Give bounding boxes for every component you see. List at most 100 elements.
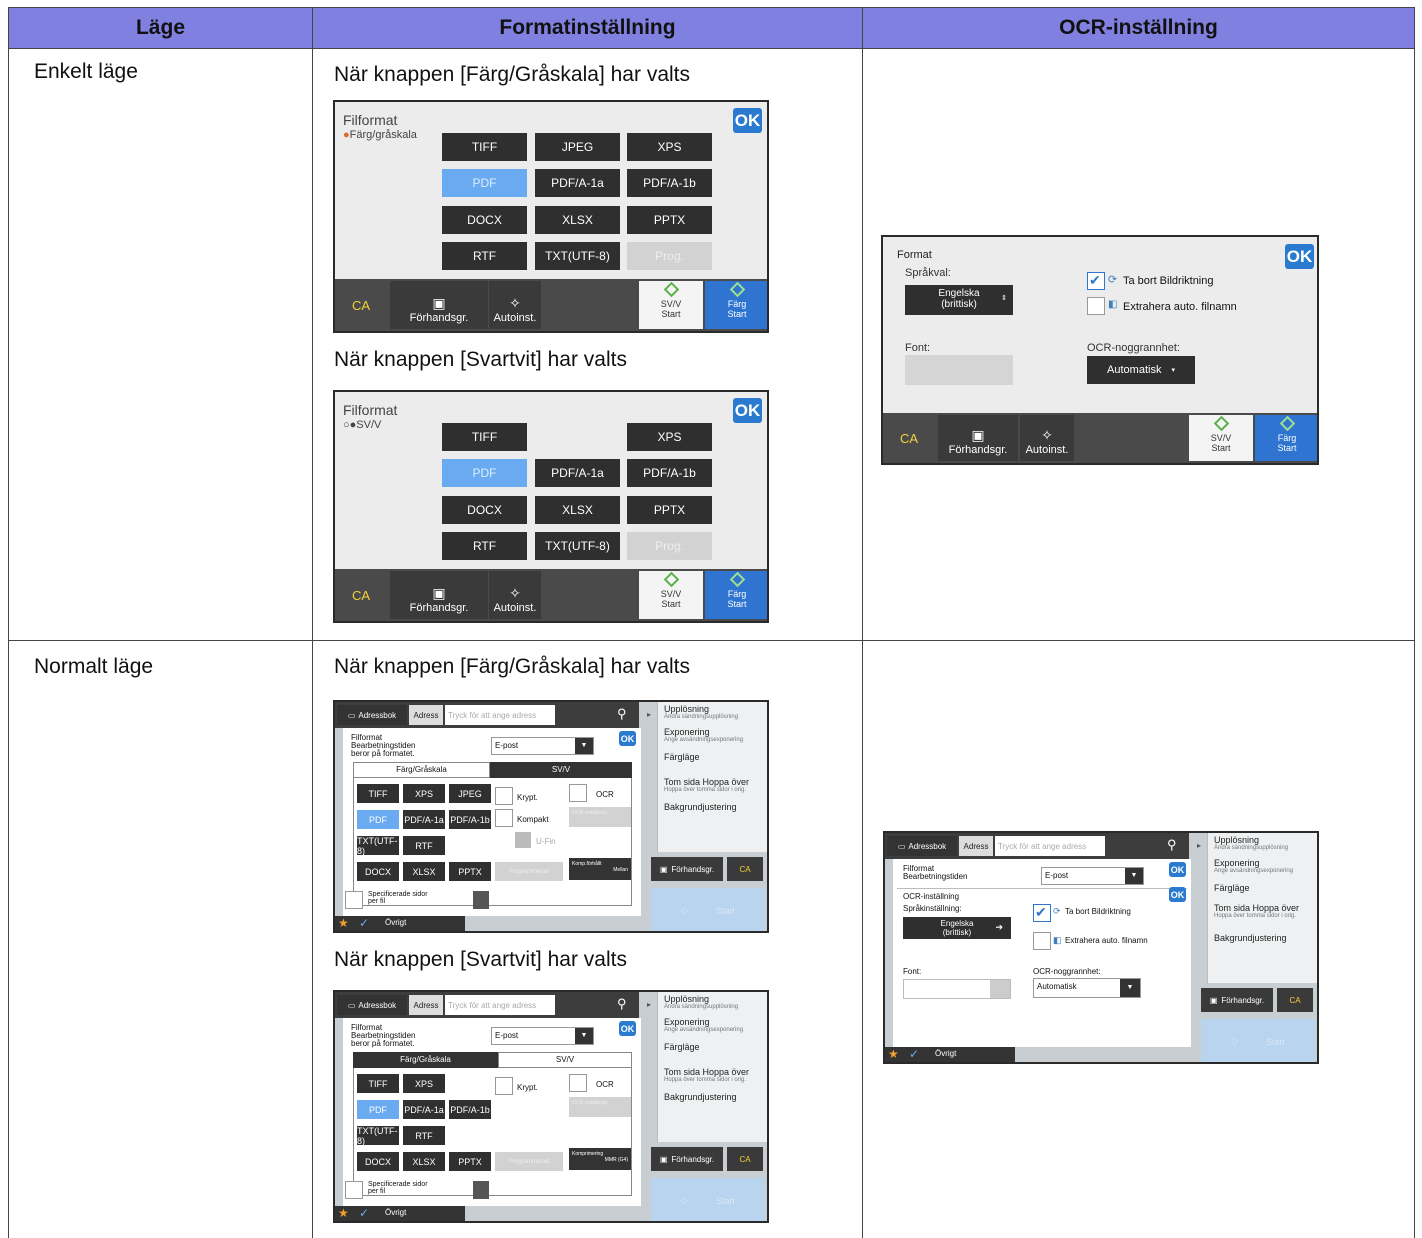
format-docx[interactable]: DOCX: [357, 1152, 399, 1171]
other-button[interactable]: Övrigt: [935, 1049, 956, 1058]
ok-button[interactable]: OK: [619, 731, 636, 746]
format-rtf[interactable]: RTF: [403, 1126, 445, 1145]
format-pdfa1b[interactable]: PDF/A-1b: [449, 1100, 491, 1119]
encrypt-checkbox[interactable]: [495, 787, 513, 805]
format-pdfa1b[interactable]: PDF/A-1b: [627, 169, 712, 197]
format-jpeg[interactable]: JPEG: [449, 784, 491, 803]
lang-select[interactable]: Engelska (brittisk) ⇕: [905, 285, 1013, 315]
format-txt[interactable]: TXT(UTF-8): [357, 1126, 399, 1146]
menu-resolution[interactable]: Upplösning Ändra sändningsupplösning: [664, 704, 738, 720]
remove-rotation-checkbox[interactable]: ✔: [1033, 904, 1051, 922]
format-prog[interactable]: Prog.: [627, 242, 712, 270]
menu-exposure[interactable]: Exponering Ange avsändningsexponering: [1214, 858, 1293, 874]
menu-background[interactable]: Bakgrundjustering: [664, 802, 737, 812]
preview-button[interactable]: ▣ Förhandsgr.: [651, 857, 723, 881]
format-pptx[interactable]: PPTX: [449, 862, 491, 881]
menu-colormode[interactable]: Färgläge: [1214, 883, 1250, 893]
address-input[interactable]: Tryck för att ange adress: [995, 836, 1105, 856]
menu-blank-skip[interactable]: Tom sida Hoppa över Hoppa över tomma sido…: [664, 1067, 749, 1083]
format-rtf[interactable]: RTF: [403, 836, 445, 855]
tab-bw[interactable]: SV/V: [490, 762, 632, 778]
color-start-button[interactable]: Färg Start: [1255, 415, 1317, 461]
format-prog[interactable]: Prog.: [627, 532, 712, 560]
address-tab[interactable]: Adress: [959, 836, 993, 856]
other-button[interactable]: Övrigt: [385, 918, 406, 927]
address-tab[interactable]: Adress: [409, 995, 443, 1015]
format-xlsx[interactable]: XLSX: [403, 862, 445, 881]
format-pdf[interactable]: PDF: [442, 169, 527, 197]
dest-select[interactable]: E-post ▼: [491, 737, 594, 755]
auto-button[interactable]: ✧ Autoinst.: [1020, 415, 1074, 461]
compression-button[interactable]: Komprimering MMR (G4): [569, 1148, 631, 1170]
ca-button[interactable]: CA: [883, 413, 935, 463]
ca-button[interactable]: CA: [335, 569, 387, 621]
menu-colormode[interactable]: Färgläge: [664, 752, 700, 762]
check-icon[interactable]: ✓: [359, 1206, 369, 1220]
menu-background[interactable]: Bakgrundjustering: [664, 1092, 737, 1102]
menu-exposure[interactable]: Exponering Ange avsändningsexponering: [664, 1017, 743, 1033]
format-pdfa1a[interactable]: PDF/A-1a: [403, 810, 445, 829]
star-icon[interactable]: ★: [888, 1047, 899, 1061]
ok-button[interactable]: OK: [619, 1021, 636, 1036]
format-xps[interactable]: XPS: [403, 1074, 445, 1093]
preview-button[interactable]: ▣ Förhandsgr.: [938, 415, 1018, 461]
format-pptx[interactable]: PPTX: [627, 496, 712, 524]
format-rtf[interactable]: RTF: [442, 242, 527, 270]
menu-exposure[interactable]: Exponering Ange avsändningsexponering: [664, 727, 743, 743]
format-pptx[interactable]: PPTX: [449, 1152, 491, 1171]
format-xps[interactable]: XPS: [627, 133, 712, 161]
ca-button[interactable]: CA: [727, 1147, 763, 1171]
color-start-button[interactable]: Färg Start: [705, 281, 767, 329]
format-txt[interactable]: TXT(UTF-8): [357, 836, 399, 856]
ocr-settings-button[interactable]: OCR-inställning: [569, 807, 631, 827]
format-xlsx[interactable]: XLSX: [535, 496, 620, 524]
format-pdf[interactable]: PDF: [357, 1100, 399, 1119]
address-tab[interactable]: Adress: [409, 705, 443, 725]
start-button[interactable]: ◇ Start: [651, 1178, 765, 1221]
format-xlsx[interactable]: XLSX: [535, 206, 620, 234]
extract-filename-checkbox[interactable]: [1033, 932, 1051, 950]
format-docx[interactable]: DOCX: [442, 206, 527, 234]
ufin-checkbox[interactable]: [515, 832, 531, 848]
auto-button[interactable]: ✧ Autoinst.: [489, 281, 541, 329]
menu-background[interactable]: Bakgrundjustering: [1214, 933, 1287, 943]
search-icon[interactable]: ⚲: [1167, 837, 1177, 853]
bw-start-button[interactable]: SV/V Start: [639, 281, 703, 329]
check-icon[interactable]: ✓: [909, 1047, 919, 1061]
remove-rotation-checkbox[interactable]: ✔: [1087, 272, 1105, 290]
bw-start-button[interactable]: SV/V Start: [1189, 415, 1253, 461]
preview-button[interactable]: ▣ Förhandsgr.: [390, 571, 488, 619]
format-pdfa1a[interactable]: PDF/A-1a: [403, 1100, 445, 1119]
auto-button[interactable]: ✧ Autoinst.: [489, 571, 541, 619]
addressbook-button[interactable]: ▭ Adressbok: [337, 995, 407, 1015]
menu-resolution[interactable]: Upplösning Ändra sändningsupplösning: [1214, 835, 1288, 851]
accuracy-select[interactable]: Automatisk ▾: [1087, 356, 1195, 384]
specified-pages-checkbox[interactable]: [345, 891, 363, 909]
ca-button[interactable]: CA: [335, 279, 387, 331]
dest-select[interactable]: E-post ▼: [491, 1027, 594, 1045]
addressbook-button[interactable]: ▭ Adressbok: [887, 836, 957, 856]
address-input[interactable]: Tryck för att ange adress: [445, 995, 555, 1015]
lang-select[interactable]: Engelska (brittisk) ➔: [903, 917, 1011, 939]
tab-color[interactable]: Färg/Gråskala: [353, 1052, 498, 1068]
ocr-checkbox[interactable]: [569, 1074, 587, 1092]
pages-count-field[interactable]: [473, 1181, 489, 1199]
menu-blank-skip[interactable]: Tom sida Hoppa över Hoppa över tomma sido…: [664, 777, 749, 793]
format-txt[interactable]: TXT(UTF-8): [535, 532, 620, 560]
ok-button[interactable]: OK: [1169, 862, 1186, 877]
menu-expand-icon[interactable]: ▸: [647, 710, 651, 719]
format-tiff[interactable]: TIFF: [442, 133, 527, 161]
menu-blank-skip[interactable]: Tom sida Hoppa över Hoppa över tomma sido…: [1214, 903, 1299, 919]
font-select[interactable]: [903, 979, 1011, 999]
programmed-button[interactable]: Programmerad: [495, 1152, 563, 1171]
encrypt-checkbox[interactable]: [495, 1077, 513, 1095]
format-pdf[interactable]: PDF: [357, 810, 399, 829]
format-jpeg[interactable]: JPEG: [535, 133, 620, 161]
tab-bw[interactable]: SV/V: [498, 1052, 632, 1068]
tab-color[interactable]: Färg/Gråskala: [353, 762, 490, 778]
programmed-button[interactable]: Programmerad: [495, 862, 563, 881]
accuracy-select[interactable]: Automatisk ▼: [1033, 978, 1141, 998]
menu-colormode[interactable]: Färgläge: [664, 1042, 700, 1052]
compact-checkbox[interactable]: [495, 809, 513, 827]
ca-button[interactable]: CA: [1277, 988, 1313, 1012]
